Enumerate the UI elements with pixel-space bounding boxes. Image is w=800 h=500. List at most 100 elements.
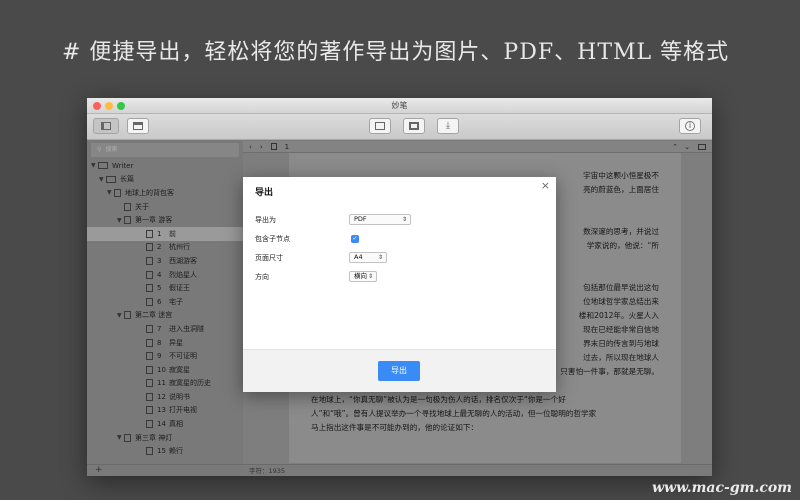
tree-item-number: 7 bbox=[157, 324, 162, 333]
document-icon bbox=[146, 324, 153, 333]
tree-item[interactable]: 2 杭州行 bbox=[87, 241, 243, 255]
tree-item-label: 第一章 游客 bbox=[135, 216, 173, 225]
disclosure-triangle-icon[interactable]: ▼ bbox=[107, 189, 114, 196]
page-number: 1 bbox=[284, 142, 290, 151]
tree-item[interactable]: 15 赖行 bbox=[87, 444, 243, 458]
orientation-select[interactable]: 横向 ⇕ bbox=[349, 271, 377, 282]
maximize-window-button[interactable] bbox=[117, 102, 125, 110]
tree-item[interactable]: 14 真相 bbox=[87, 417, 243, 431]
export-dialog: 导出 × 导出为 PDF ⇕ 包含子节点 ✓ 页面尺寸 A4 ⇕ 方向 横向 ⇕… bbox=[243, 177, 556, 392]
disclosure-triangle-icon[interactable]: ▼ bbox=[117, 434, 124, 441]
add-document-button[interactable]: + bbox=[87, 464, 243, 476]
split-view-icon[interactable] bbox=[698, 143, 706, 150]
document-icon bbox=[146, 297, 153, 306]
preview-icon bbox=[409, 122, 419, 130]
text-line: 人”和“哦”。曾有人提议举办一个寻找地球上最无聊的人的活动，但一位聪明的哲学家 bbox=[311, 409, 597, 418]
tree-item[interactable]: 12 说明书 bbox=[87, 390, 243, 404]
forward-arrow-icon[interactable]: › bbox=[260, 143, 263, 151]
tree-item[interactable]: 7 进入虫洞隧 bbox=[87, 322, 243, 336]
tree-item[interactable]: ▼ 第三章 神灯 bbox=[87, 431, 243, 445]
document-tree: ▼ Writer ▼ 长篇 ▼ 地球上的背包客 关于 ▼ 第一章 游客 1 前 2 杭州行 3 西湖游客 4 烈… bbox=[87, 159, 243, 458]
tree-item-label: 异星 bbox=[169, 338, 183, 347]
info-button[interactable]: i bbox=[679, 118, 701, 134]
document-icon bbox=[146, 243, 153, 252]
window-title: 妙笔 bbox=[391, 101, 408, 110]
tree-item-number: 13 bbox=[157, 406, 166, 415]
tree-item[interactable]: 9 不可证明 bbox=[87, 349, 243, 363]
tree-item-number: 15 bbox=[157, 447, 166, 456]
export-button[interactable]: 导出 bbox=[378, 361, 420, 381]
preview-button[interactable] bbox=[403, 118, 425, 134]
page-size-select[interactable]: A4 ⇕ bbox=[349, 252, 387, 263]
toggle-sidebar-button[interactable] bbox=[93, 118, 119, 134]
info-icon: i bbox=[685, 121, 695, 131]
document-icon bbox=[124, 202, 131, 211]
toolbar: ⤓ i bbox=[87, 114, 712, 140]
disclosure-triangle-icon[interactable]: ▼ bbox=[91, 162, 98, 169]
document-icon bbox=[146, 447, 153, 456]
tree-item[interactable]: 11 寂寞星的历史 bbox=[87, 377, 243, 391]
tree-item[interactable]: ▼ 地球上的背包客 bbox=[87, 186, 243, 200]
export-format-select[interactable]: PDF ⇕ bbox=[349, 214, 411, 225]
search-icon: ⚲ bbox=[97, 146, 102, 153]
tree-item-number: 11 bbox=[157, 379, 166, 388]
tree-item[interactable]: ▼ 长篇 bbox=[87, 173, 243, 187]
export-format-value: PDF bbox=[354, 215, 367, 223]
export-toolbar-button[interactable]: ⤓ bbox=[437, 118, 459, 134]
document-icon bbox=[146, 379, 153, 388]
tree-item[interactable]: 8 异星 bbox=[87, 336, 243, 350]
text-line: 马上指出这件事是不可能办到的，他的论证如下： bbox=[311, 423, 479, 432]
document-icon bbox=[146, 365, 153, 374]
tree-item-label: 杭州行 bbox=[169, 243, 190, 252]
close-window-button[interactable] bbox=[93, 102, 101, 110]
tree-item-number: 4 bbox=[157, 270, 162, 279]
tree-item[interactable]: 13 打开电视 bbox=[87, 404, 243, 418]
tree-item-label: 寂寞星 bbox=[169, 365, 190, 374]
tree-item[interactable]: 6 宅子 bbox=[87, 295, 243, 309]
fullscreen-button[interactable] bbox=[369, 118, 391, 134]
orientation-value: 横向 bbox=[354, 272, 367, 280]
chevron-down-icon[interactable]: ⌄ bbox=[684, 143, 690, 151]
disclosure-triangle-icon[interactable]: ▼ bbox=[117, 312, 124, 319]
sidebar: ⚲ 搜索 ▼ Writer ▼ 长篇 ▼ 地球上的背包客 关于 ▼ 第一章 游客 1 前 2 杭州行 3 西… bbox=[87, 141, 243, 476]
tree-item-number: 10 bbox=[157, 365, 166, 374]
sidebar-icon bbox=[101, 122, 111, 130]
tree-item[interactable]: 4 烈焰星人 bbox=[87, 268, 243, 282]
tree-item[interactable]: ▼ Writer bbox=[87, 159, 243, 173]
tree-item-label: 烈焰星人 bbox=[169, 270, 197, 279]
tree-item[interactable]: 关于 bbox=[87, 200, 243, 214]
disclosure-triangle-icon[interactable]: ▼ bbox=[117, 217, 124, 224]
tree-item-label: 寂寞星的历史 bbox=[169, 379, 211, 388]
tree-item[interactable]: ▼ 第一章 游客 bbox=[87, 213, 243, 227]
tree-item-label: 进入虫洞隧 bbox=[169, 324, 204, 333]
back-arrow-icon[interactable]: ‹ bbox=[249, 143, 252, 151]
document-icon bbox=[146, 420, 153, 429]
sidebar-search[interactable]: ⚲ 搜索 bbox=[91, 143, 239, 157]
tree-item-label: 假证王 bbox=[169, 284, 190, 293]
tree-item-label: 宅子 bbox=[169, 297, 183, 306]
document-icon bbox=[270, 143, 277, 150]
document-icon bbox=[146, 256, 153, 265]
close-icon[interactable]: × bbox=[541, 179, 550, 192]
chevron-up-icon[interactable]: ⌃ bbox=[672, 143, 678, 151]
minimize-window-button[interactable] bbox=[105, 102, 113, 110]
tree-item-number: 9 bbox=[157, 352, 162, 361]
tree-item[interactable]: ▼ 第二章 迷宫 bbox=[87, 309, 243, 323]
select-arrows-icon: ⇕ bbox=[377, 254, 383, 261]
tree-item[interactable]: 10 寂寞星 bbox=[87, 363, 243, 377]
tree-item-number: 1 bbox=[157, 229, 162, 238]
disclosure-triangle-icon[interactable]: ▼ bbox=[99, 176, 106, 183]
tree-item[interactable]: 3 西湖游客 bbox=[87, 254, 243, 268]
tree-item[interactable]: 1前 bbox=[87, 226, 243, 241]
orientation-label: 方向 bbox=[255, 273, 269, 281]
tree-item[interactable]: 5 假证王 bbox=[87, 281, 243, 295]
tree-item-label: 赖行 bbox=[169, 447, 183, 456]
include-children-checkbox[interactable]: ✓ bbox=[351, 235, 359, 243]
document-icon bbox=[146, 270, 153, 279]
tree-item-label: 真相 bbox=[169, 420, 183, 429]
toggle-navbar-button[interactable] bbox=[127, 118, 149, 134]
tree-item-number: 5 bbox=[157, 284, 162, 293]
search-placeholder: 搜索 bbox=[105, 146, 118, 153]
tree-item-label: 不可证明 bbox=[169, 352, 197, 361]
tree-item-label: 前 bbox=[169, 229, 176, 238]
